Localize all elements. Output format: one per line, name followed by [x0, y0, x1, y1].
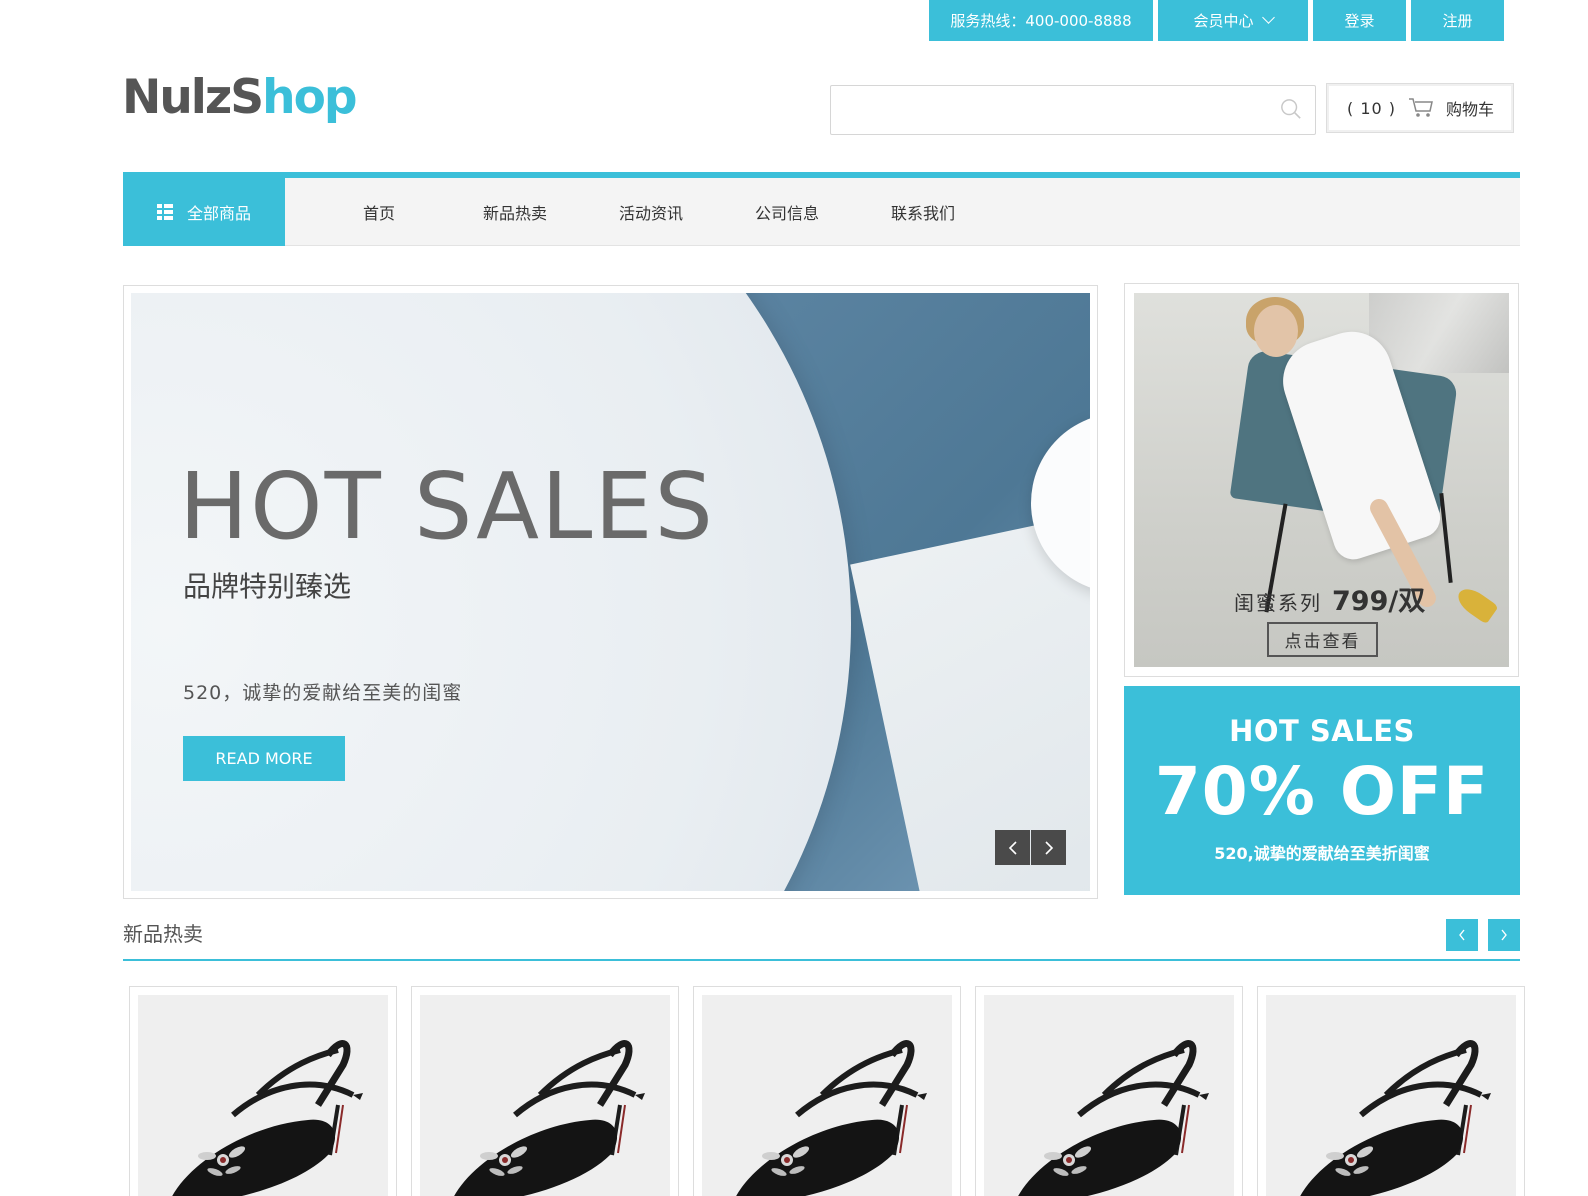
search-box	[830, 85, 1316, 135]
chevron-right-icon	[1501, 929, 1507, 941]
promo-banner[interactable]: HOT SALES 70% OFF 520,诚挚的爱献给至美折闺蜜	[1124, 686, 1520, 895]
banner-prev-button[interactable]	[995, 830, 1030, 865]
product-image[interactable]	[1266, 995, 1516, 1196]
search-icon[interactable]	[1280, 98, 1302, 120]
site-logo[interactable]: NulzShop	[122, 70, 358, 125]
all-categories-label: 全部商品	[186, 203, 251, 223]
login-button[interactable]: 登录	[1313, 0, 1406, 41]
banner-arrows	[995, 830, 1066, 865]
member-center-label: 会员中心	[1193, 12, 1254, 30]
nav-item-new-hot[interactable]: 新品热卖	[447, 200, 583, 224]
search-input[interactable]	[831, 86, 1271, 134]
side-ad-price: 799/双	[1332, 586, 1426, 617]
banner-description: 520，诚挚的爱献给至美的闺蜜	[183, 682, 463, 704]
nav-item-company[interactable]: 公司信息	[719, 200, 855, 224]
banner-headline: HOT SALES	[179, 453, 715, 560]
product-card[interactable]	[411, 986, 679, 1196]
read-more-button[interactable]: READ MORE	[183, 736, 345, 781]
product-card[interactable]	[129, 986, 397, 1196]
banner-subtitle: 品牌特别臻选	[183, 570, 352, 603]
chevron-right-icon	[1044, 840, 1053, 855]
hero-banner: HOT SALES 品牌特别臻选 520，诚挚的爱献给至美的闺蜜 READ MO…	[123, 285, 1098, 899]
shoe-image	[172, 1040, 363, 1196]
promo-discount: 70% OFF	[1154, 753, 1490, 830]
side-ad-caption: 闺蜜系列 799/双	[1234, 579, 1425, 618]
view-details-button[interactable]: 点击查看	[1267, 622, 1378, 657]
chevron-left-icon	[1008, 840, 1017, 855]
register-button[interactable]: 注册	[1411, 0, 1504, 41]
nav-item-home[interactable]: 首页	[311, 200, 447, 224]
top-bar: 服务热线：400-000-8888 会员中心 登录 注册	[929, 0, 1504, 41]
main-nav: 全部商品 首页 新品热卖 活动资讯 公司信息 联系我们	[123, 172, 1520, 246]
product-image[interactable]	[984, 995, 1234, 1196]
product-card[interactable]	[693, 986, 961, 1196]
product-card[interactable]	[1257, 986, 1525, 1196]
chevron-left-icon	[1459, 929, 1465, 941]
nav-items: 首页 新品热卖 活动资讯 公司信息 联系我们	[311, 200, 991, 224]
all-categories-button[interactable]: 全部商品	[123, 177, 285, 246]
side-ad-series-name: 闺蜜系列	[1234, 591, 1322, 615]
shoe-image	[736, 1040, 927, 1196]
new-hot-section-header: 新品热卖	[123, 919, 1520, 961]
category-grid-icon	[156, 203, 173, 220]
product-card[interactable]	[975, 986, 1243, 1196]
cart-button[interactable]: ( 10 ) 购物车	[1326, 83, 1514, 133]
nav-item-contact[interactable]: 联系我们	[855, 200, 991, 224]
shoe-image	[1300, 1040, 1491, 1196]
hero-banner-image: HOT SALES 品牌特别臻选 520，诚挚的爱献给至美的闺蜜 READ MO…	[131, 293, 1090, 891]
section-prev-button[interactable]	[1446, 919, 1478, 951]
cart-icon	[1409, 98, 1433, 117]
nav-item-news[interactable]: 活动资讯	[583, 200, 719, 224]
side-ad-photo: 闺蜜系列 799/双 点击查看	[1134, 293, 1509, 667]
promo-tagline: 520,诚挚的爱献给至美折闺蜜	[1214, 844, 1430, 863]
promo-heading: HOT SALES	[1229, 714, 1415, 748]
chevron-down-icon	[1261, 11, 1275, 24]
cart-count: ( 10 )	[1347, 98, 1397, 118]
member-center-dropdown[interactable]: 会员中心	[1158, 0, 1308, 41]
shoe-image	[1018, 1040, 1209, 1196]
model-shoe-decor	[1453, 583, 1499, 625]
model-head-decor	[1254, 305, 1298, 357]
logo-text-dark: NulzS	[122, 70, 264, 125]
banner-next-button[interactable]	[1031, 830, 1066, 865]
logo-text-accent: hop	[262, 70, 357, 125]
chair-leg-decor	[1439, 493, 1453, 583]
section-next-button[interactable]	[1488, 919, 1520, 951]
side-ad-bestie-series[interactable]: 闺蜜系列 799/双 点击查看	[1124, 283, 1519, 677]
product-image[interactable]	[138, 995, 388, 1196]
shoe-image	[454, 1040, 645, 1196]
service-hotline: 服务热线：400-000-8888	[929, 0, 1153, 41]
cart-label: 购物车	[1446, 100, 1495, 119]
section-arrows	[1446, 919, 1520, 951]
section-title: 新品热卖	[123, 922, 203, 946]
product-image[interactable]	[702, 995, 952, 1196]
product-list	[129, 986, 1525, 1196]
product-image[interactable]	[420, 995, 670, 1196]
